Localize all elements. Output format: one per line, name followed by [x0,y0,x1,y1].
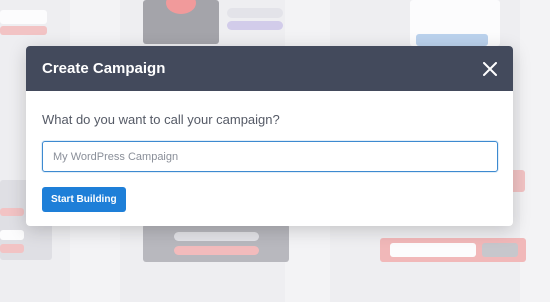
dialog-header: Create Campaign [26,46,513,91]
dialog-title: Create Campaign [42,60,166,77]
campaign-name-input[interactable] [42,141,498,172]
close-button[interactable] [481,60,499,78]
campaign-name-prompt: What do you want to call your campaign? [42,112,280,127]
dialog-body: What do you want to call your campaign? … [26,91,513,212]
close-icon [483,61,497,76]
start-building-button[interactable]: Start Building [42,187,126,212]
create-campaign-dialog: Create Campaign What do you want to call… [26,46,513,226]
